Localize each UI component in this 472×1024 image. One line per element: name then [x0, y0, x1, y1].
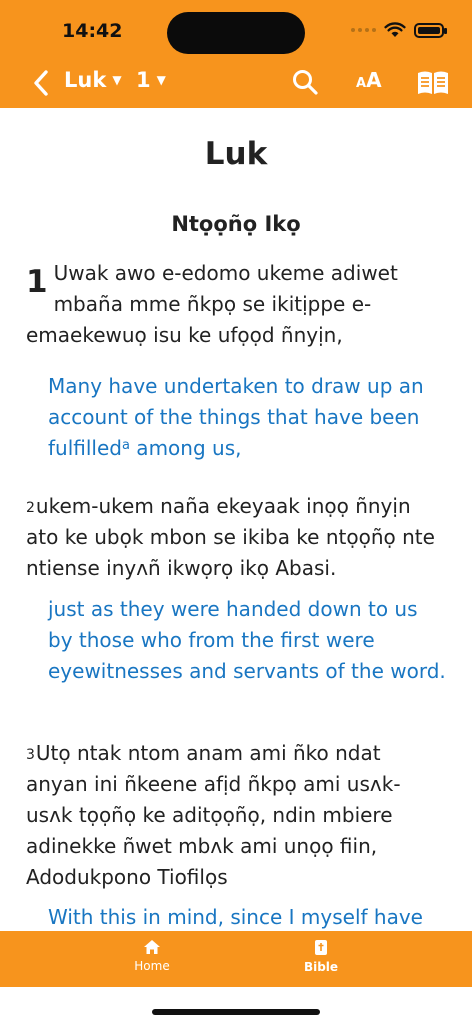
- chapter-number: 1: [26, 264, 48, 300]
- verse-1[interactable]: 1 Uwak awo e-edomo ukeme adiwet mbaña mm…: [26, 258, 446, 351]
- book-title: Luk: [204, 136, 268, 172]
- app-header: 14:42 Luk ▼ 1 ▼ AA: [0, 0, 472, 108]
- chapter-selector[interactable]: 1 ▼: [136, 68, 166, 92]
- search-icon[interactable]: [290, 67, 320, 97]
- verse-3-english-text: With this in mind, since I myself have: [48, 905, 423, 929]
- battery-icon: [414, 22, 447, 38]
- verse-2-english[interactable]: just as they were handed down to us by t…: [48, 594, 448, 687]
- reader-toolbar: Luk ▼ 1 ▼ AA: [0, 60, 472, 106]
- text-size-large-a: A: [366, 68, 382, 92]
- tab-home-label: Home: [134, 959, 170, 973]
- book-name: Luk: [64, 68, 107, 92]
- bottom-tab-bar: Home Bible: [0, 931, 472, 987]
- verse-1-text: Uwak awo e-edomo ukeme adiwet mbaña mme …: [26, 261, 398, 347]
- home-icon: [144, 940, 160, 954]
- status-icons: [351, 22, 447, 38]
- book-selector[interactable]: Luk ▼: [64, 68, 122, 92]
- dropdown-triangle-icon: ▼: [112, 73, 122, 87]
- tab-bible[interactable]: Bible: [261, 939, 381, 974]
- scripture-content[interactable]: Luk Ntọọñọ Ikọ 1 Uwak awo e-edomo ukeme …: [0, 108, 472, 931]
- verse-3-text: Utọ ntak ntom anam ami ñko ndat anyan in…: [26, 741, 401, 889]
- verse-1-english[interactable]: Many have undertaken to draw up an accou…: [48, 371, 448, 464]
- verse-2-english-text: just as they were handed down to us by t…: [48, 597, 446, 683]
- dynamic-island: [167, 12, 305, 54]
- verse-2-number: 2: [26, 500, 35, 516]
- bible-icon: [315, 940, 327, 955]
- tab-bible-label: Bible: [303, 960, 339, 974]
- section-heading: Ntọọñọ Ikọ: [171, 212, 301, 236]
- open-book-icon[interactable]: [416, 69, 450, 97]
- wifi-icon: [384, 22, 406, 37]
- dropdown-triangle-icon: ▼: [156, 73, 166, 87]
- back-chevron-icon[interactable]: [28, 68, 56, 98]
- verse-2-text: ukem-ukem naña ekeyaak inọọ ñnyịn ato ke…: [26, 494, 435, 580]
- tab-home[interactable]: Home: [92, 939, 212, 973]
- verse-2[interactable]: 2ukem-ukem naña ekeyaak inọọ ñnyịn ato k…: [26, 491, 446, 584]
- verse-1-english-tail: among us,: [129, 436, 242, 460]
- text-size-small-a: A: [356, 76, 367, 91]
- cellular-icon: [351, 28, 376, 32]
- verse-3-english[interactable]: With this in mind, since I myself have: [48, 902, 448, 931]
- chapter-number-label: 1: [136, 68, 151, 92]
- footnote-marker[interactable]: a: [122, 438, 130, 453]
- status-time: 14:42: [62, 20, 123, 42]
- verse-3-number: 3: [26, 747, 35, 763]
- home-indicator[interactable]: [152, 1009, 320, 1015]
- text-size-button[interactable]: AA: [356, 68, 382, 92]
- verse-3[interactable]: 3Utọ ntak ntom anam ami ñko ndat anyan i…: [26, 738, 446, 893]
